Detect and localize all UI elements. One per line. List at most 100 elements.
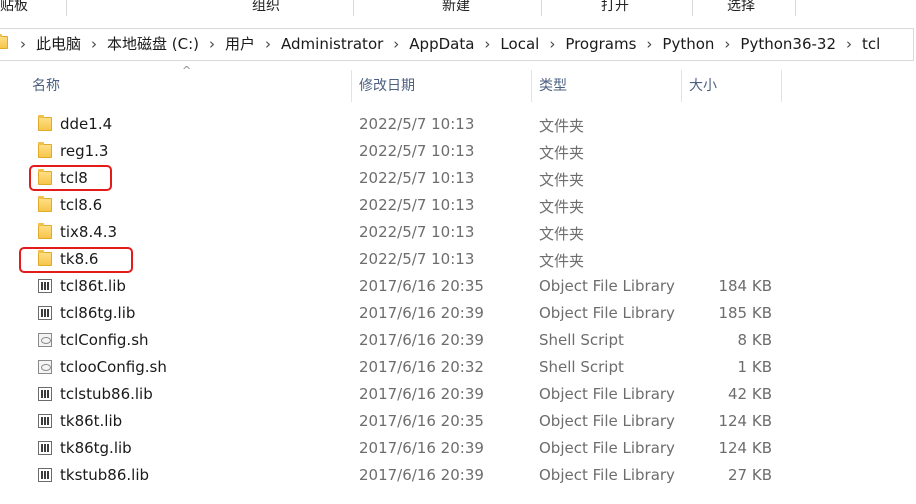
breadcrumb: › 此电脑 › 本地磁盘 (C:) › 用户 › Administrator ›… [20,28,880,59]
breadcrumb-python36-32[interactable]: Python36-32 [740,35,836,53]
file-name: reg1.3 [60,142,109,160]
address-bar[interactable]: › 此电脑 › 本地磁盘 (C:) › 用户 › Administrator ›… [0,28,916,61]
file-type: Shell Script [539,358,624,376]
ribbon-divider [66,0,67,16]
file-size: 184 KB [718,277,772,295]
folder-icon [0,34,8,49]
breadcrumb-administrator[interactable]: Administrator [281,35,383,53]
library-file-icon [38,387,52,401]
file-name: dde1.4 [60,115,113,133]
file-row[interactable]: tix8.4.3 2022/5/7 10:13 文件夹 [0,220,916,247]
library-file-icon [38,279,52,293]
column-header-type[interactable]: 类型 [539,66,679,104]
file-modified-date: 2017/6/16 20:39 [359,439,484,457]
file-type: 文件夹 [539,117,585,135]
file-modified-date: 2017/6/16 20:39 [359,466,484,484]
file-row[interactable]: dde1.4 2022/5/7 10:13 文件夹 [0,112,916,139]
chevron-right-icon[interactable]: › [484,35,490,53]
file-name: tk86t.lib [60,412,123,430]
chevron-right-icon[interactable]: › [91,35,97,53]
breadcrumb-appdata[interactable]: AppData [409,35,474,53]
file-row[interactable]: tcl86tg.lib 2017/6/16 20:39 Object File Li… [0,301,916,328]
file-type: Object File Library [539,439,675,457]
file-type: Shell Script [539,331,624,349]
file-type: 文件夹 [539,198,585,216]
ribbon-divider [541,0,542,16]
ribbon-group-new[interactable]: 新建 [442,0,470,16]
file-modified-date: 2017/6/16 20:39 [359,331,484,349]
file-type: 文件夹 [539,171,585,189]
file-size: 124 KB [718,439,772,457]
ribbon-group-select[interactable]: 选择 [727,0,755,16]
ribbon-group-organize[interactable]: 组织 [252,0,280,16]
column-divider[interactable] [531,70,532,102]
chevron-right-icon[interactable]: › [20,35,26,53]
column-header-date[interactable]: 修改日期 [359,66,529,104]
script-file-icon [38,360,52,374]
file-row[interactable]: tk86t.lib 2017/6/16 20:35 Object File Libr… [0,409,916,436]
ribbon-divider [692,0,693,16]
file-name: tix8.4.3 [60,223,118,241]
file-modified-date: 2017/6/16 20:32 [359,358,484,376]
column-divider[interactable] [351,70,352,102]
file-name: tclConfig.sh [60,331,149,349]
file-name: tkstub86.lib [60,466,150,484]
file-row[interactable]: tclstub86.lib 2017/6/16 20:39 Object File … [0,382,916,409]
file-size: 27 KB [728,466,772,484]
breadcrumb-local-disk[interactable]: 本地磁盘 (C:) [107,33,199,54]
file-type: Object File Library [539,412,675,430]
file-modified-date: 2022/5/7 10:13 [359,223,475,241]
column-divider[interactable] [781,70,782,102]
file-type: Object File Library [539,385,675,403]
library-file-icon [38,306,52,320]
file-row[interactable]: tclooConfig.sh 2017/6/16 20:32 Shell Scrip… [0,355,916,382]
file-modified-date: 2022/5/7 10:13 [359,115,475,133]
file-modified-date: 2017/6/16 20:39 [359,304,484,322]
file-modified-date: 2017/6/16 20:39 [359,385,484,403]
folder-icon [38,196,52,212]
file-name: tcl86t.lib [60,277,126,295]
chevron-right-icon[interactable]: › [209,35,215,53]
file-type: 文件夹 [539,252,585,270]
file-modified-date: 2022/5/7 10:13 [359,250,475,268]
breadcrumb-users[interactable]: 用户 [225,33,255,54]
breadcrumb-this-pc[interactable]: 此电脑 [36,33,81,54]
file-type: Object File Library [539,277,675,295]
chevron-right-icon[interactable]: › [549,35,555,53]
file-row[interactable]: tcl8.6 2022/5/7 10:13 文件夹 [0,193,916,220]
file-row[interactable]: tk8.6 2022/5/7 10:13 文件夹 [0,247,916,274]
column-header-name[interactable]: 名称 [32,66,350,104]
column-header-size[interactable]: 大小 [689,66,779,104]
file-row[interactable]: tkstub86.lib 2017/6/16 20:39 Object File L… [0,463,916,490]
file-modified-date: 2017/6/16 20:35 [359,277,484,295]
file-size: 1 KB [737,358,772,376]
file-modified-date: 2022/5/7 10:13 [359,196,475,214]
chevron-right-icon[interactable]: › [265,35,271,53]
breadcrumb-programs[interactable]: Programs [565,35,636,53]
chevron-right-icon[interactable]: › [724,35,730,53]
column-divider[interactable] [681,70,682,102]
file-type: Object File Library [539,304,675,322]
file-type: 文件夹 [539,144,585,162]
ribbon-group-open[interactable]: 打开 [601,0,629,16]
breadcrumb-python[interactable]: Python [662,35,714,53]
chevron-right-icon[interactable]: › [846,35,852,53]
file-size: 185 KB [718,304,772,322]
file-row[interactable]: reg1.3 2022/5/7 10:13 文件夹 [0,139,916,166]
ribbon-group-clipboard[interactable]: 贴板 [0,0,28,16]
ribbon-group-labels: 贴板 组织 新建 打开 选择 [0,0,916,18]
breadcrumb-tcl[interactable]: tcl [862,35,880,53]
file-row[interactable]: tk86tg.lib 2017/6/16 20:39 Object File Lib… [0,436,916,463]
chevron-right-icon[interactable]: › [393,35,399,53]
file-name: tcl86tg.lib [60,304,136,322]
chevron-right-icon[interactable]: › [646,35,652,53]
file-modified-date: 2022/5/7 10:13 [359,169,475,187]
library-file-icon [38,441,52,455]
folder-icon [38,223,52,239]
breadcrumb-local[interactable]: Local [500,35,539,53]
file-row[interactable]: tcl8 2022/5/7 10:13 文件夹 [0,166,916,193]
library-file-icon [38,468,52,482]
file-size: 42 KB [728,385,772,403]
file-row[interactable]: tclConfig.sh 2017/6/16 20:39 Shell Script 8… [0,328,916,355]
file-row[interactable]: tcl86t.lib 2017/6/16 20:35 Object File Lib… [0,274,916,301]
